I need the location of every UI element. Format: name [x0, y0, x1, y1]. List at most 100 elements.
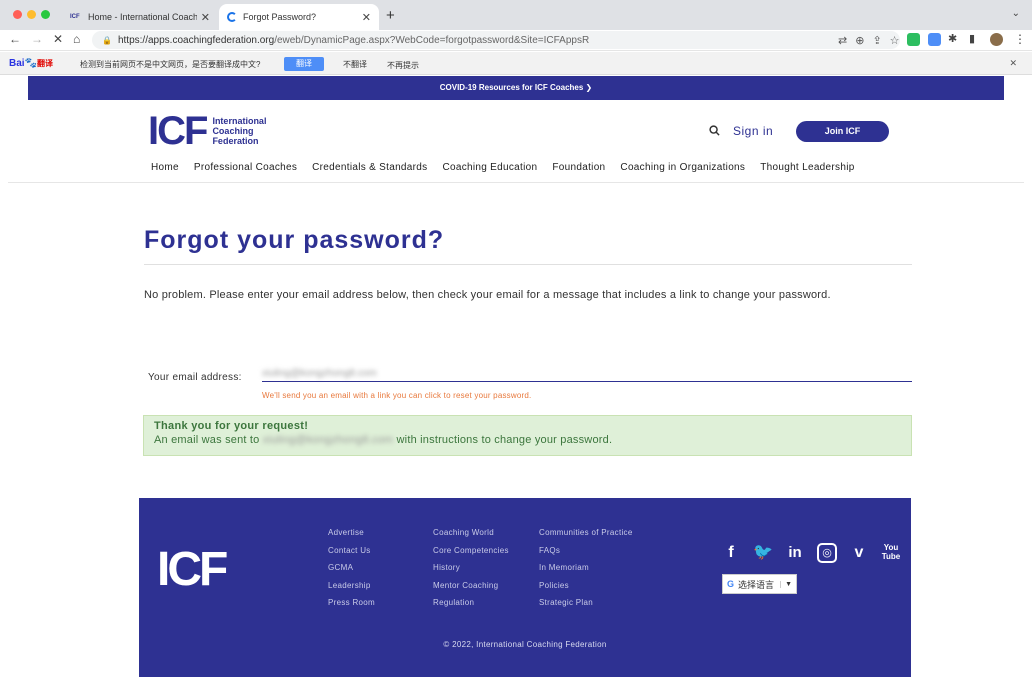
- title-divider: [144, 264, 912, 265]
- footer-link[interactable]: GCMA: [328, 563, 375, 581]
- footer-link[interactable]: In Memoriam: [539, 563, 633, 581]
- footer-link[interactable]: Leadership: [328, 581, 375, 599]
- never-prompt-button[interactable]: 不再提示: [387, 60, 419, 71]
- translation-bar: Bai🐾翻译 检测到当前网页不是中文网页，是否要翻译成中文? 翻译 不翻译 不再…: [0, 52, 1032, 75]
- evernote-extension-icon[interactable]: [907, 33, 920, 46]
- browser-toolbar: ← → ✕ ⌂ 🔒 https://apps.coachingfederatio…: [0, 30, 1032, 51]
- language-selector[interactable]: G 选择语言 ▼: [722, 574, 797, 594]
- footer-link[interactable]: Core Competencies: [433, 546, 509, 564]
- logo-line: International: [212, 116, 267, 126]
- share-icon[interactable]: ⇪: [872, 34, 881, 47]
- footer-link[interactable]: Policies: [539, 581, 633, 599]
- tab-title: Home - International Coaching: [88, 12, 197, 22]
- toolbar-icons: ⇄ ⊕ ⇪ ☆: [838, 34, 900, 47]
- footer-column-2: Coaching World Core Competencies History…: [433, 528, 509, 616]
- extensions-puzzle-icon[interactable]: ✱: [948, 32, 957, 45]
- lock-icon: 🔒: [102, 35, 112, 45]
- footer-link[interactable]: Contact Us: [328, 546, 375, 564]
- bookmark-star-icon[interactable]: ☆: [890, 34, 900, 47]
- nav-item-professional-coaches[interactable]: Professional Coaches: [194, 162, 297, 173]
- copyright: © 2022, International Coaching Federatio…: [443, 640, 607, 649]
- covid-banner-link[interactable]: COVID-19 Resources for ICF Coaches ❯: [28, 76, 1004, 100]
- footer-link[interactable]: Coaching World: [433, 528, 509, 546]
- profile-avatar[interactable]: [990, 33, 1003, 46]
- logo-mark: ICF: [148, 109, 208, 153]
- nav-item-coaching-education[interactable]: Coaching Education: [442, 162, 537, 173]
- tab-title: Forgot Password?: [243, 12, 317, 22]
- home-icon[interactable]: ⌂: [73, 32, 80, 46]
- nav-divider: [8, 182, 1024, 183]
- new-tab-button[interactable]: +: [386, 7, 395, 24]
- logo-line: Coaching: [212, 126, 254, 136]
- facebook-icon[interactable]: f: [721, 543, 741, 563]
- translate-page-icon[interactable]: ⇄: [838, 34, 847, 47]
- language-label: 选择语言: [738, 579, 775, 590]
- footer-logo[interactable]: ICF: [157, 542, 228, 597]
- close-window-button[interactable]: [13, 10, 22, 19]
- baidu-brand: Bai: [9, 58, 25, 69]
- sidebar-toggle-icon[interactable]: ▮: [969, 32, 975, 45]
- linkedin-icon[interactable]: in: [785, 543, 805, 563]
- intro-text: No problem. Please enter your email addr…: [144, 289, 831, 301]
- close-icon[interactable]: ✕: [1009, 58, 1017, 69]
- footer-link[interactable]: Communities of Practice: [539, 528, 633, 546]
- footer-link[interactable]: Press Room: [328, 598, 375, 616]
- maximize-window-button[interactable]: [41, 10, 50, 19]
- no-translate-button[interactable]: 不翻译: [343, 59, 367, 70]
- logo-line: Federation: [212, 136, 259, 146]
- footer-link[interactable]: FAQs: [539, 546, 633, 564]
- tab-home[interactable]: ICF Home - International Coaching ✕: [62, 4, 218, 30]
- stop-loading-icon[interactable]: ✕: [53, 32, 63, 46]
- translate-button[interactable]: 翻译: [284, 57, 324, 71]
- nav-item-foundation[interactable]: Foundation: [552, 162, 605, 173]
- logo-text: International Coaching Federation: [212, 116, 266, 146]
- translate-message: 检测到当前网页不是中文网页，是否要翻译成中文?: [80, 60, 261, 69]
- success-prefix: An email was sent to: [154, 434, 263, 446]
- icf-logo[interactable]: ICF International Coaching Federation: [148, 109, 266, 153]
- nav-item-coaching-organizations[interactable]: Coaching in Organizations: [620, 162, 745, 173]
- address-bar[interactable]: 🔒 https://apps.coachingfederation.org/ew…: [92, 31, 900, 49]
- tab-search-chevron-icon[interactable]: ⌄: [1012, 8, 1020, 19]
- footer-column-3: Communities of Practice FAQs In Memoriam…: [539, 528, 633, 616]
- browser-menu-icon[interactable]: ⋮: [1014, 32, 1026, 46]
- page-title: Forgot your password?: [144, 226, 445, 254]
- tab-forgot-password[interactable]: Forgot Password? ✕: [219, 4, 379, 30]
- email-value: xiuling@kongzhong8.com: [262, 368, 377, 379]
- site-footer: ICF Advertise Contact Us GCMA Leadership…: [139, 498, 911, 677]
- success-alert: Thank you for your request! An email was…: [143, 415, 912, 456]
- nav-item-credentials[interactable]: Credentials & Standards: [312, 162, 427, 173]
- baidu-brand-suffix: 翻译: [37, 59, 54, 68]
- success-suffix: with instructions to change your passwor…: [393, 434, 613, 446]
- twitter-icon[interactable]: 🐦: [753, 543, 773, 563]
- success-title: Thank you for your request!: [154, 420, 309, 432]
- baidu-translate-logo: Bai🐾翻译: [9, 58, 54, 69]
- email-hint: We'll send you an email with a link you …: [262, 391, 532, 400]
- footer-link[interactable]: Advertise: [328, 528, 375, 546]
- youtube-icon[interactable]: You Tube: [881, 543, 901, 563]
- footer-link[interactable]: Regulation: [433, 598, 509, 616]
- instagram-icon[interactable]: ◎: [817, 543, 837, 563]
- loading-spinner-icon: [227, 12, 237, 22]
- join-icf-button[interactable]: Join ICF: [796, 121, 889, 142]
- success-email: xiuling@kongzhong8.com: [262, 434, 394, 446]
- icf-favicon-icon: ICF: [70, 14, 80, 20]
- tab-close-icon[interactable]: ✕: [201, 11, 210, 24]
- browser-tab-bar: ICF Home - International Coaching ✕ Forg…: [0, 0, 1032, 30]
- back-arrow-icon[interactable]: ←: [9, 32, 21, 46]
- nav-item-thought-leadership[interactable]: Thought Leadership: [760, 162, 854, 173]
- footer-link[interactable]: History: [433, 563, 509, 581]
- vimeo-icon[interactable]: v: [849, 543, 869, 563]
- zoom-icon[interactable]: ⊕: [855, 34, 864, 47]
- forward-arrow-icon[interactable]: →: [31, 32, 43, 46]
- nav-item-home[interactable]: Home: [151, 162, 179, 173]
- email-label: Your email address:: [148, 372, 242, 383]
- translate-extension-icon[interactable]: [928, 33, 941, 46]
- footer-link[interactable]: Mentor Coaching: [433, 581, 509, 599]
- search-icon[interactable]: [709, 125, 720, 136]
- footer-link[interactable]: Strategic Plan: [539, 598, 633, 616]
- sign-in-link[interactable]: Sign in: [733, 124, 773, 138]
- email-field[interactable]: xiuling@kongzhong8.com: [262, 368, 912, 382]
- minimize-window-button[interactable]: [27, 10, 36, 19]
- google-icon: G: [727, 579, 735, 589]
- tab-close-icon[interactable]: ✕: [362, 11, 371, 24]
